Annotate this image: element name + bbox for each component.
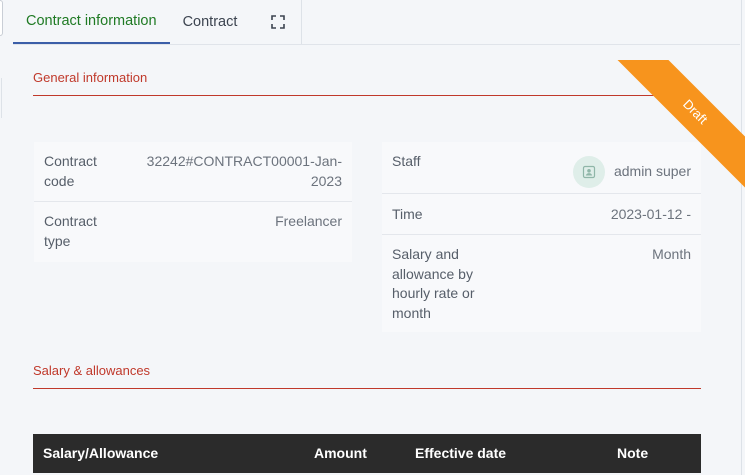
tab-bar-underline [13, 44, 740, 45]
contract-detail-page: Contract information Contract General in… [0, 0, 745, 475]
collapsed-panel-edge [0, 0, 3, 36]
contract-type-row: Contract type Freelancer [34, 202, 352, 262]
section-divider [33, 388, 701, 389]
tab-bar: Contract information Contract [13, 0, 303, 44]
fullscreen-button[interactable] [254, 0, 303, 44]
time-row: Time 2023-01-12 - [382, 194, 701, 235]
tab-contract[interactable]: Contract [170, 0, 251, 44]
contract-info-card: Contract code 32242#CONTRACT00001-Jan-20… [34, 142, 352, 262]
staff-label: Staff [392, 153, 421, 169]
contract-code-value: 32242#CONTRACT00001-Jan-2023 [146, 153, 342, 189]
panel-divider [0, 78, 2, 118]
time-value: 2023-01-12 - [610, 206, 691, 222]
tab-contract-information[interactable]: Contract information [13, 0, 170, 44]
section-divider [33, 95, 701, 96]
user-avatar-icon [572, 156, 605, 188]
section-title-salary: Salary & allowances [33, 363, 151, 378]
column-header-salary-allowance[interactable]: Salary/Allowance [43, 445, 158, 461]
salary-basis-value: Month [652, 246, 691, 262]
time-label: Time [392, 206, 423, 222]
contract-code-label: Contract code [44, 153, 97, 189]
salary-table-header: Salary/Allowance Amount Effective date N… [33, 434, 701, 473]
contract-type-label: Contract type [44, 213, 97, 249]
column-header-effective-date[interactable]: Effective date [415, 445, 506, 461]
column-header-note[interactable]: Note [617, 445, 648, 461]
salary-basis-row: Salary and allowance by hourly rate or m… [382, 235, 701, 332]
status-ribbon: Draft [610, 60, 745, 190]
draft-ribbon-label: Draft [610, 60, 745, 190]
contract-type-value: Freelancer [275, 213, 342, 229]
column-header-amount[interactable]: Amount [314, 445, 367, 461]
contract-code-row: Contract code 32242#CONTRACT00001-Jan-20… [34, 142, 352, 202]
fullscreen-icon [271, 15, 285, 29]
salary-basis-label: Salary and allowance by hourly rate or m… [392, 246, 475, 321]
section-title-general: General information [33, 70, 148, 85]
